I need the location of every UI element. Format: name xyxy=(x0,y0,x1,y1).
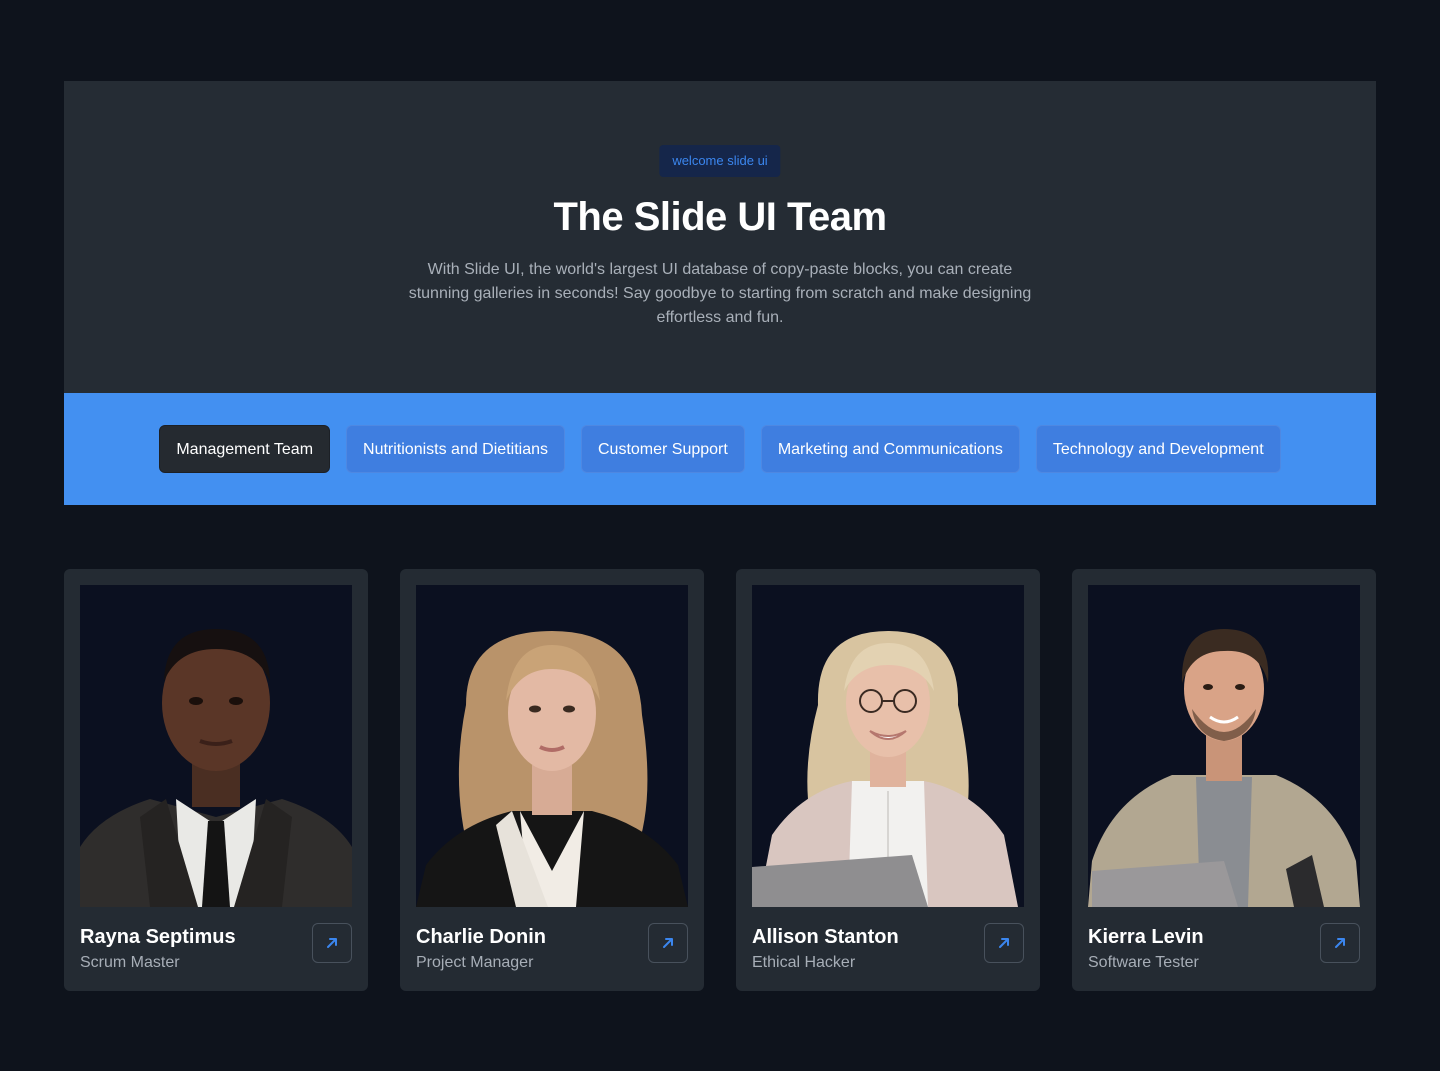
arrow-up-right-icon xyxy=(327,938,337,948)
member-photo xyxy=(752,585,1024,907)
member-name: Kierra Levin xyxy=(1088,926,1204,948)
tab-management-team[interactable]: Management Team xyxy=(159,425,331,473)
member-role: Scrum Master xyxy=(80,954,180,971)
tab-technology-and-development[interactable]: Technology and Development xyxy=(1035,425,1281,473)
profile-link-button[interactable] xyxy=(312,923,352,963)
profile-link-button[interactable] xyxy=(984,923,1024,963)
hero-section: welcome slide ui The Slide UI Team With … xyxy=(64,81,1376,393)
team-member-card: Charlie Donin Project Manager xyxy=(400,569,704,991)
team-tabs: Management Team Nutritionists and Dietit… xyxy=(64,393,1376,505)
member-photo xyxy=(416,585,688,907)
member-role: Ethical Hacker xyxy=(752,954,856,971)
team-member-card: Rayna Septimus Scrum Master xyxy=(64,569,368,991)
member-name: Rayna Septimus xyxy=(80,926,236,948)
page-title: The Slide UI Team xyxy=(553,195,887,239)
member-role: Software Tester xyxy=(1088,954,1199,971)
welcome-badge: welcome slide ui xyxy=(659,145,781,177)
tab-marketing-and-communications[interactable]: Marketing and Communications xyxy=(760,425,1020,473)
arrow-up-right-icon xyxy=(999,938,1009,948)
member-photo xyxy=(1088,585,1360,907)
profile-link-button[interactable] xyxy=(1320,923,1360,963)
member-name: Charlie Donin xyxy=(416,926,547,948)
tab-nutritionists-and-dietitians[interactable]: Nutritionists and Dietitians xyxy=(346,425,565,473)
tab-customer-support[interactable]: Customer Support xyxy=(580,425,745,473)
member-photo xyxy=(80,585,352,907)
team-member-card: Kierra Levin Software Tester xyxy=(1072,569,1376,991)
arrow-up-right-icon xyxy=(663,938,673,948)
member-name: Allison Stanton xyxy=(752,926,899,948)
arrow-up-right-icon xyxy=(1335,938,1345,948)
member-role: Project Manager xyxy=(416,954,534,971)
profile-link-button[interactable] xyxy=(648,923,688,963)
hero-description: With Slide UI, the world's largest UI da… xyxy=(408,261,1032,326)
team-member-card: Allison Stanton Ethical Hacker xyxy=(736,569,1040,991)
team-cards: Rayna Septimus Scrum Master Charlie Doni… xyxy=(64,569,1376,991)
